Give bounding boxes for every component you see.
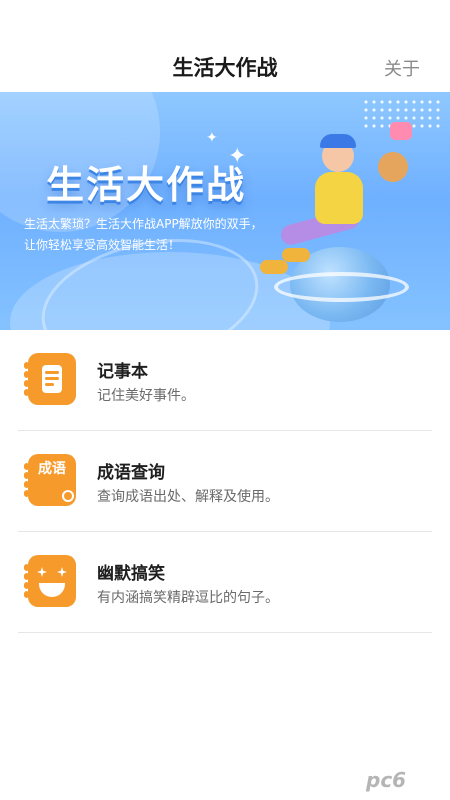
idiom-icon-text: 成语 xyxy=(38,461,66,477)
page-title: 生活大作战 xyxy=(172,56,278,80)
app-header: 生活大作战 关于 xyxy=(0,0,450,92)
person-cap-graphic xyxy=(320,134,356,148)
promo-banner[interactable]: ✦ ✦ 生活大作战 生活太繁琐？生活大作战APP解放你的双手，让你轻松享受高效智… xyxy=(0,92,450,330)
list-item-title: 记事本 xyxy=(97,362,148,382)
idiom-search-icon: 成语 xyxy=(23,454,76,506)
list-item-idiom-search[interactable]: 成语 成语查询 查询成语出处、解释及使用。 xyxy=(18,431,432,532)
shoe-graphic xyxy=(282,248,310,262)
list-item-subtitle: 有内涵搞笑精辟逗比的句子。 xyxy=(97,590,279,606)
shoe-graphic xyxy=(260,260,288,274)
list-item-subtitle: 查询成语出处、解释及使用。 xyxy=(97,489,279,505)
list-item-title: 成语查询 xyxy=(97,463,165,483)
banner-title: 生活大作战 xyxy=(46,163,247,207)
notepad-icon xyxy=(23,353,76,405)
list-item-subtitle: 记住美好事件。 xyxy=(97,388,195,404)
list-item-humor[interactable]: 幽默搞笑 有内涵搞笑精辟逗比的句子。 xyxy=(18,532,432,633)
planet-ring-graphic xyxy=(274,272,409,302)
feature-list: 记事本 记住美好事件。 成语 成语查询 查询成语出处、解释及使用。 幽默搞笑 有… xyxy=(0,330,450,633)
list-item-title: 幽默搞笑 xyxy=(97,564,165,584)
magnifier-icon xyxy=(62,490,74,502)
person-body-graphic xyxy=(315,172,363,224)
banner-description: 生活太繁琐？生活大作战APP解放你的双手，让你轻松享受高效智能生活！ xyxy=(24,217,263,252)
banner-illustration xyxy=(260,122,420,322)
about-button[interactable]: 关于 xyxy=(384,55,420,81)
sparkle-icon: ✦ xyxy=(206,130,218,146)
site-watermark: pc6 xyxy=(366,768,407,792)
dog-graphic xyxy=(378,152,408,182)
list-item-notepad[interactable]: 记事本 记住美好事件。 xyxy=(18,330,432,431)
laughing-face-icon xyxy=(23,555,76,607)
heart-bubble-icon xyxy=(390,122,412,140)
